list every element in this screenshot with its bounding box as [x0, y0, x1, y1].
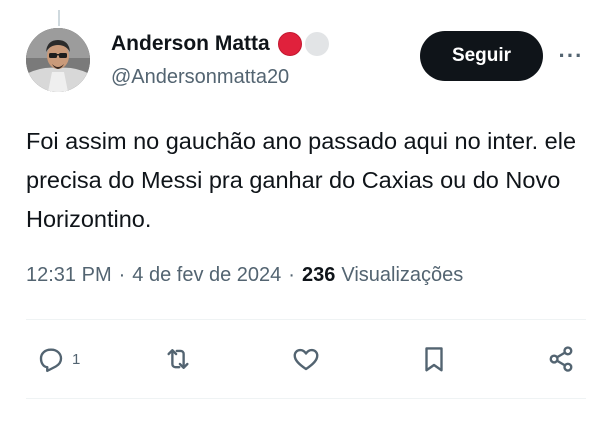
divider	[26, 398, 586, 399]
retweet-icon	[167, 349, 189, 369]
reply-icon	[39, 348, 63, 373]
red-circle-badge-icon	[277, 32, 302, 56]
reply-count: 1	[72, 350, 81, 368]
share-button[interactable]	[546, 336, 576, 382]
views-count[interactable]: 236	[302, 264, 335, 287]
author-handle[interactable]: @Andersonmatta20	[111, 66, 289, 89]
avatar-image	[26, 28, 90, 92]
views-label[interactable]: Visualizações	[341, 264, 463, 287]
tweet-date[interactable]: 4 de fev de 2024	[132, 264, 281, 287]
retweet-button[interactable]	[163, 336, 193, 382]
tweet-card: Anderson Matta @Andersonmatta20 Seguir ·…	[0, 0, 614, 442]
more-options-icon[interactable]: ···	[556, 38, 586, 74]
bookmark-icon	[425, 347, 443, 372]
like-button[interactable]	[291, 336, 321, 382]
follow-button[interactable]: Seguir	[420, 31, 543, 81]
tweet-meta: 12:31 PM · 4 de fev de 2024 · 236 Visual…	[26, 264, 463, 287]
action-bar: 1	[26, 336, 586, 382]
author-name-row: Anderson Matta	[111, 32, 329, 56]
reply-button[interactable]: 1	[36, 336, 80, 382]
white-circle-badge-icon	[304, 32, 329, 56]
meta-separator: ·	[118, 264, 126, 286]
author-name[interactable]: Anderson Matta	[111, 32, 270, 56]
meta-separator: ·	[288, 264, 295, 286]
tweet-time[interactable]: 12:31 PM	[26, 264, 112, 287]
divider	[26, 319, 586, 320]
like-icon	[293, 348, 319, 371]
avatar[interactable]	[26, 28, 90, 92]
bookmark-button[interactable]	[419, 336, 449, 382]
share-icon	[549, 346, 573, 372]
tweet-text: Foi assim no gauchão ano passado aqui no…	[26, 128, 577, 232]
thread-line	[58, 10, 60, 26]
